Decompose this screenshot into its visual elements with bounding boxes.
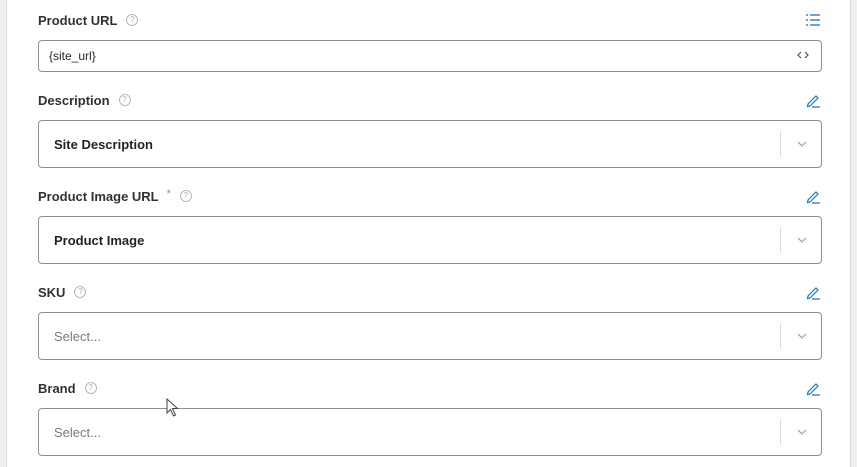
sku-label: SKU [38, 284, 66, 300]
product-image-url-label: Product Image URL [38, 188, 159, 204]
product-image-url-select[interactable]: Product Image [38, 216, 822, 264]
chevron-down-icon[interactable] [795, 233, 809, 247]
field-sku: SKU ? Select... [38, 282, 822, 360]
select-separator [780, 227, 781, 253]
field-product-url: Product URL ? {site_url} [38, 10, 822, 72]
product-image-url-label-row: Product Image URL * ? [38, 186, 822, 206]
select-separator [780, 131, 781, 157]
help-icon[interactable]: ? [118, 94, 131, 106]
product-url-value: {site_url} [49, 49, 96, 63]
pencil-icon[interactable] [804, 91, 822, 109]
mouse-pointer-icon [166, 398, 179, 417]
help-icon[interactable]: ? [84, 382, 97, 394]
required-mark: * [166, 188, 171, 200]
pencil-icon[interactable] [804, 379, 822, 397]
select-separator [780, 323, 781, 349]
pencil-icon[interactable] [804, 187, 822, 205]
product-url-label: Product URL [38, 12, 118, 28]
product-url-label-row: Product URL ? [38, 10, 822, 30]
sku-select[interactable]: Select... [38, 312, 822, 360]
product-image-selected-value: Product Image [54, 232, 145, 248]
description-label: Description [38, 92, 110, 108]
sku-label-row: SKU ? [38, 282, 822, 302]
brand-select[interactable]: Select... [38, 408, 822, 456]
brand-label: Brand [38, 380, 76, 396]
field-description: Description ? Site Description [38, 90, 822, 168]
chevron-down-icon[interactable] [795, 425, 809, 439]
help-icon[interactable]: ? [179, 190, 192, 202]
brand-placeholder: Select... [54, 424, 101, 440]
description-selected-value: Site Description [54, 136, 153, 152]
form-panel: Product URL ? {site_url} Description ? S… [6, 0, 851, 467]
help-icon[interactable]: ? [74, 286, 87, 298]
product-url-input[interactable]: {site_url} [38, 40, 822, 72]
description-label-row: Description ? [38, 90, 822, 110]
brand-label-row: Brand ? [38, 378, 822, 398]
list-icon[interactable] [804, 11, 822, 29]
chevron-down-icon[interactable] [795, 137, 809, 151]
code-icon[interactable] [797, 49, 809, 64]
description-select[interactable]: Site Description [38, 120, 822, 168]
pencil-icon[interactable] [804, 283, 822, 301]
sku-placeholder: Select... [54, 328, 101, 344]
field-brand: Brand ? Select... [38, 378, 822, 456]
field-product-image-url: Product Image URL * ? Product Image [38, 186, 822, 264]
help-icon[interactable]: ? [126, 14, 139, 26]
chevron-down-icon[interactable] [795, 329, 809, 343]
select-separator [780, 419, 781, 445]
